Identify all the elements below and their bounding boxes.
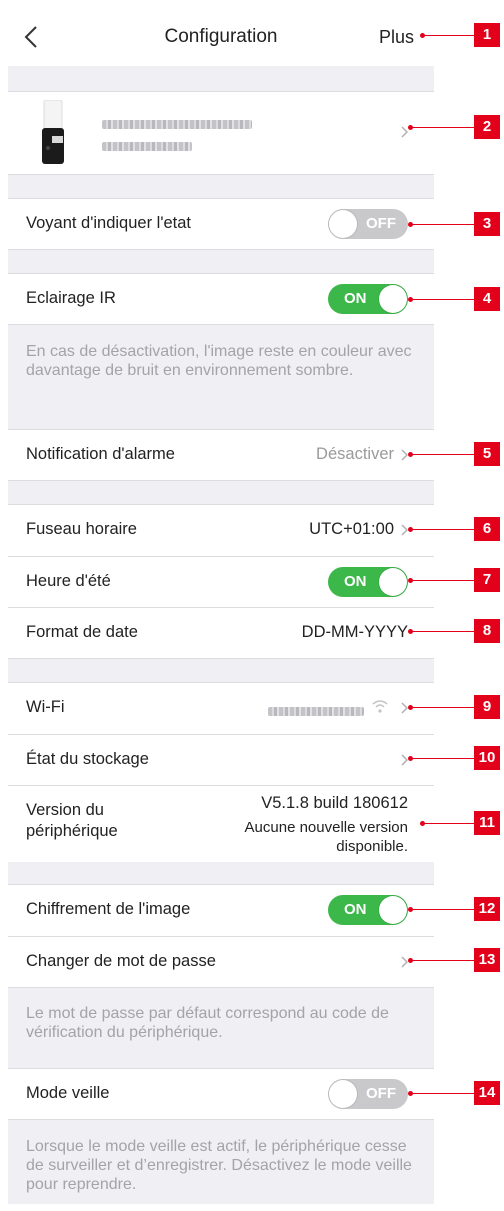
- password-note: Le mot de passe par défaut correspond au…: [26, 1005, 389, 1041]
- indicator-label: Voyant d'indiquer l'etat: [26, 214, 191, 232]
- chevron-right-icon: [401, 449, 408, 461]
- page-title: Configuration: [164, 26, 278, 47]
- password-label: Changer de mot de passe: [26, 952, 216, 970]
- indicator-toggle[interactable]: OFF: [328, 209, 408, 239]
- callout-line: [424, 35, 474, 36]
- sleep-label: Mode veille: [26, 1084, 110, 1102]
- callout-badge: 4: [474, 287, 500, 311]
- callout-badge: 3: [474, 212, 500, 236]
- callout-line: [412, 299, 474, 300]
- date-format-label: Format de date: [26, 623, 138, 641]
- ir-row: Eclairage IR ON: [8, 273, 434, 325]
- storage-row[interactable]: État du stockage: [8, 734, 434, 785]
- chevron-right-icon: [401, 754, 408, 766]
- device-info-group: Wi-Fi État du stockage Version du périph…: [8, 682, 434, 862]
- nav-bar: Configuration Plus: [8, 8, 434, 66]
- callout-badge: 11: [474, 811, 500, 835]
- device-serial-redacted: [102, 138, 192, 156]
- timezone-row[interactable]: Fuseau horaire UTC+01:00: [8, 505, 434, 555]
- timezone-label: Fuseau horaire: [26, 520, 137, 538]
- callout-badge: 5: [474, 442, 500, 466]
- device-card[interactable]: [8, 91, 434, 175]
- sleep-toggle[interactable]: OFF: [328, 1079, 408, 1109]
- callout-line: [412, 960, 474, 961]
- callout-badge: 9: [474, 695, 500, 719]
- time-group: Fuseau horaire UTC+01:00 Heure d'été ON …: [8, 504, 434, 659]
- wifi-row[interactable]: Wi-Fi: [8, 683, 434, 733]
- wifi-label: Wi-Fi: [26, 698, 65, 716]
- security-group: Chiffrement de l'image ON Changer de mot…: [8, 884, 434, 988]
- chevron-right-icon: [401, 702, 408, 714]
- dst-row: Heure d'été ON: [8, 556, 434, 607]
- version-label: Version du périphérique: [26, 800, 118, 842]
- ir-note: En cas de désactivation, l'image reste e…: [26, 343, 412, 379]
- date-format-row[interactable]: Format de date DD-MM-YYYY: [8, 607, 434, 658]
- toggle-knob: [379, 896, 407, 924]
- toggle-knob: [379, 568, 407, 596]
- dst-label: Heure d'été: [26, 572, 111, 590]
- version-number: V5.1.8 build 180612: [261, 794, 408, 812]
- chevron-right-icon: [401, 956, 408, 968]
- camera-light-icon: [42, 100, 64, 164]
- alarm-label: Notification d'alarme: [26, 445, 175, 463]
- wifi-icon: [372, 700, 388, 713]
- callout-line: [412, 758, 474, 759]
- callout-badge: 12: [474, 897, 500, 921]
- chevron-right-icon: [401, 126, 408, 138]
- ir-toggle[interactable]: ON: [328, 284, 408, 314]
- sleep-row: Mode veille OFF: [8, 1068, 434, 1120]
- toggle-state: OFF: [366, 1085, 396, 1102]
- toggle-state: ON: [344, 290, 367, 307]
- toggle-knob: [379, 285, 407, 313]
- toggle-state: OFF: [366, 215, 396, 232]
- alarm-value: Désactiver: [316, 445, 394, 463]
- date-format-value: DD-MM-YYYY: [301, 623, 408, 641]
- indicator-row: Voyant d'indiquer l'etat OFF: [8, 198, 434, 250]
- password-row[interactable]: Changer de mot de passe: [8, 936, 434, 987]
- wifi-ssid-redacted: [268, 703, 364, 721]
- callout-line: [412, 909, 474, 910]
- version-status: Aucune nouvelle version disponible.: [245, 818, 408, 856]
- callout-line: [412, 707, 474, 708]
- callout-line: [412, 631, 474, 632]
- plus-button[interactable]: Plus: [379, 27, 414, 48]
- callout-line: [412, 454, 474, 455]
- callout-line: [424, 823, 474, 824]
- callout-badge: 10: [474, 746, 500, 770]
- toggle-state: ON: [344, 573, 367, 590]
- alarm-row[interactable]: Notification d'alarme Désactiver: [8, 429, 434, 481]
- encryption-toggle[interactable]: ON: [328, 895, 408, 925]
- callout-badge: 7: [474, 568, 500, 592]
- encryption-label: Chiffrement de l'image: [26, 900, 191, 918]
- callout-badge: 14: [474, 1081, 500, 1105]
- callout-badge: 6: [474, 517, 500, 541]
- device-name-redacted: [102, 116, 252, 134]
- callout-badge: 8: [474, 619, 500, 643]
- callout-badge: 13: [474, 948, 500, 972]
- chevron-right-icon: [401, 524, 408, 536]
- version-row: Version du périphérique V5.1.8 build 180…: [8, 785, 434, 862]
- version-status-line1: Aucune nouvelle version: [244, 819, 408, 836]
- toggle-state: ON: [344, 901, 367, 918]
- encryption-row: Chiffrement de l'image ON: [8, 885, 434, 935]
- sleep-note: Lorsque le mode veille est actif, le pér…: [26, 1138, 412, 1193]
- storage-label: État du stockage: [26, 750, 149, 768]
- dst-toggle[interactable]: ON: [328, 567, 408, 597]
- toggle-knob: [329, 210, 357, 238]
- callout-badge: 1: [474, 23, 500, 47]
- callout-line: [412, 224, 474, 225]
- callout-badge: 2: [474, 115, 500, 139]
- callout-line: [412, 127, 474, 128]
- settings-screen: Configuration Plus Voyant d'indiquer l'e…: [8, 8, 434, 1204]
- toggle-knob: [329, 1080, 357, 1108]
- version-label-line2: périphérique: [26, 822, 118, 840]
- version-status-line2: disponible.: [336, 838, 408, 855]
- callout-line: [412, 580, 474, 581]
- version-label-line1: Version du: [26, 801, 104, 819]
- callout-line: [412, 529, 474, 530]
- callout-line: [412, 1093, 474, 1094]
- ir-label: Eclairage IR: [26, 289, 116, 307]
- timezone-value: UTC+01:00: [309, 520, 394, 538]
